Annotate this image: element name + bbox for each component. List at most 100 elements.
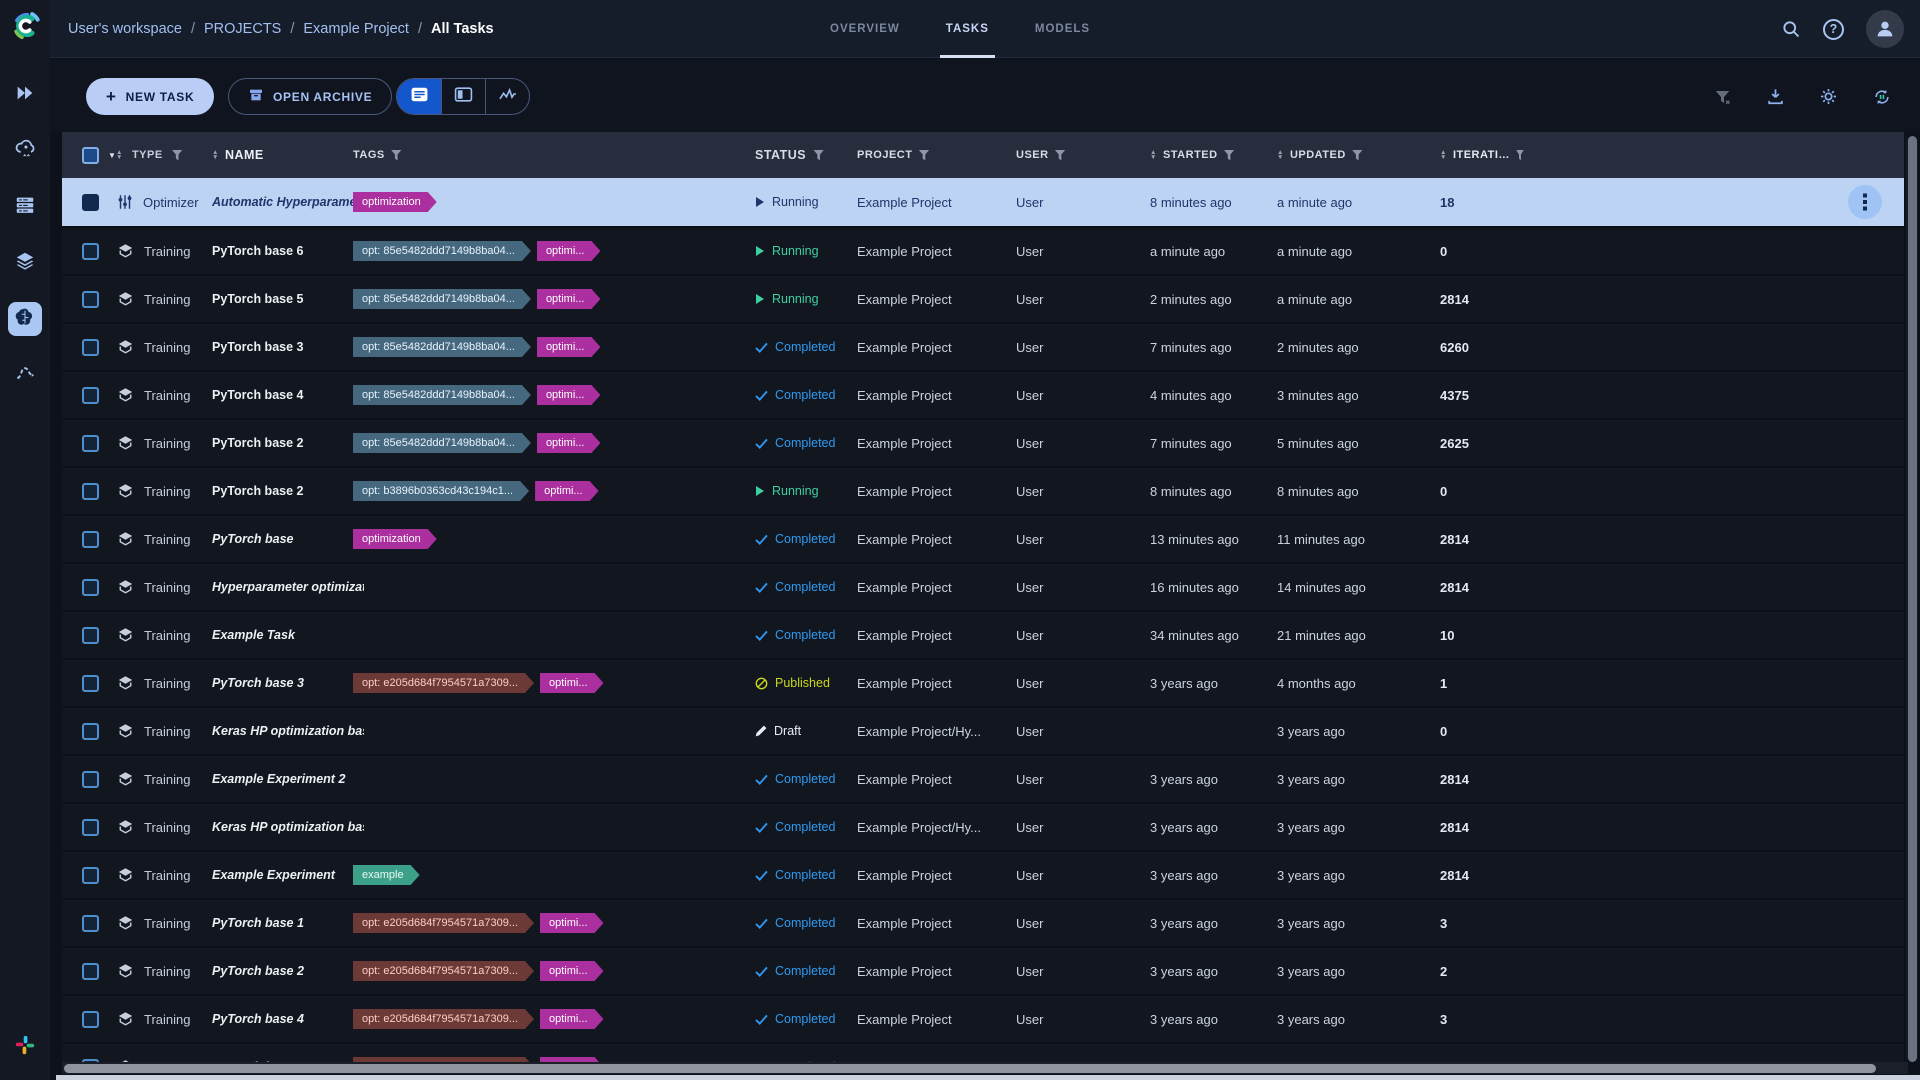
task-name[interactable]: Example Experiment 2: [212, 756, 364, 802]
chart-view-button[interactable]: [485, 79, 529, 114]
task-row[interactable]: TrainingPyTorch baseoptimizationComplete…: [62, 514, 1904, 562]
task-row[interactable]: TrainingPyTorch base 2opt: b3896b0363cd4…: [62, 466, 1904, 514]
column-header-project[interactable]: PROJECT: [857, 149, 912, 161]
task-name[interactable]: PyTorch base 6: [212, 228, 364, 274]
tag-chip[interactable]: optimi...: [540, 1009, 604, 1029]
task-row[interactable]: TrainingKeras HP optimization baseComple…: [62, 802, 1904, 850]
task-row[interactable]: TrainingExample ExperimentexampleComplet…: [62, 850, 1904, 898]
task-name[interactable]: PyTorch base 4: [212, 372, 364, 418]
task-name[interactable]: PyTorch base: [212, 516, 364, 562]
breadcrumb-workspace[interactable]: User's workspace: [68, 21, 182, 37]
row-checkbox[interactable]: [82, 291, 99, 308]
sort-icon[interactable]: ▲▼: [116, 150, 123, 160]
row-checkbox[interactable]: [82, 723, 99, 740]
column-header-status[interactable]: STATUS: [755, 148, 806, 162]
tag-chip[interactable]: optimi...: [540, 961, 604, 981]
tag-chip[interactable]: optimization: [353, 529, 437, 549]
row-checkbox[interactable]: [82, 867, 99, 884]
sort-icon[interactable]: ▲▼: [1440, 150, 1447, 160]
task-row[interactable]: TrainingPyTorch base 3opt: e205d684f7954…: [62, 658, 1904, 706]
tag-chip[interactable]: optimi...: [540, 913, 604, 933]
row-checkbox[interactable]: [82, 435, 99, 452]
filter-icon[interactable]: [391, 150, 402, 161]
split-view-button[interactable]: [441, 79, 485, 114]
sort-icon[interactable]: ▲▼: [1150, 150, 1157, 160]
column-header-iterations[interactable]: ITERATI…: [1453, 149, 1510, 161]
horizontal-scrollbar[interactable]: [62, 1062, 1908, 1074]
task-row[interactable]: TrainingPyTorch base 2opt: e205d684f7954…: [62, 946, 1904, 994]
row-checkbox[interactable]: [82, 819, 99, 836]
vertical-scrollbar-thumb[interactable]: [1908, 136, 1917, 1062]
task-name[interactable]: PyTorch base 2: [212, 948, 364, 994]
row-checkbox[interactable]: [82, 579, 99, 596]
task-name[interactable]: PyTorch base 1: [212, 900, 364, 946]
sort-icon[interactable]: ▲▼: [1277, 150, 1284, 160]
task-name[interactable]: Example Experiment: [212, 852, 364, 898]
row-checkbox[interactable]: [82, 531, 99, 548]
row-context-menu-button[interactable]: [1848, 185, 1882, 219]
task-name[interactable]: PyTorch base 2: [212, 420, 364, 466]
row-checkbox[interactable]: [82, 627, 99, 644]
tab-models[interactable]: MODELS: [1035, 0, 1090, 58]
tag-chip[interactable]: opt: 85e5482ddd7149b8ba04...: [353, 433, 531, 453]
sidebar-item-workers-queues[interactable]: [8, 190, 42, 224]
sidebar-item-serving[interactable]: [8, 134, 42, 168]
sidebar-item-projects[interactable]: [8, 302, 42, 336]
tag-chip[interactable]: opt: e205d684f7954571a7309...: [353, 673, 534, 693]
task-row[interactable]: TrainingHyperparameter optimizati...Comp…: [62, 562, 1904, 610]
clearml-logo-icon[interactable]: [0, 0, 50, 52]
sidebar-item-datasets[interactable]: [8, 246, 42, 280]
column-header-user[interactable]: USER: [1016, 149, 1049, 161]
breadcrumb-project[interactable]: Example Project: [303, 21, 409, 37]
tag-chip[interactable]: optimi...: [537, 433, 601, 453]
task-row[interactable]: TrainingExample Experiment 2CompletedExa…: [62, 754, 1904, 802]
horizontal-scrollbar-thumb[interactable]: [64, 1064, 1876, 1073]
tab-tasks[interactable]: TASKS: [946, 0, 989, 58]
sort-icon[interactable]: ▲▼: [212, 150, 219, 160]
task-name[interactable]: Automatic Hyperparamete...: [212, 178, 364, 226]
user-avatar[interactable]: [1866, 10, 1904, 48]
vertical-scrollbar[interactable]: [1906, 136, 1918, 1062]
tag-chip[interactable]: opt: e205d684f7954571a7309...: [353, 913, 534, 933]
table-view-button[interactable]: [397, 79, 441, 114]
tag-chip[interactable]: opt: 85e5482ddd7149b8ba04...: [353, 337, 531, 357]
column-header-tags[interactable]: TAGS: [353, 149, 385, 161]
tag-chip[interactable]: opt: e205d684f7954571a7309...: [353, 961, 534, 981]
row-checkbox[interactable]: [82, 387, 99, 404]
filter-icon[interactable]: [1224, 150, 1235, 161]
tag-chip[interactable]: optimi...: [537, 385, 601, 405]
breadcrumb-projects[interactable]: PROJECTS: [204, 21, 281, 37]
tag-chip[interactable]: optimi...: [537, 289, 601, 309]
row-checkbox[interactable]: [82, 675, 99, 692]
task-row[interactable]: OptimizerAutomatic Hyperparamete...optim…: [62, 178, 1904, 226]
task-name[interactable]: PyTorch base 5: [212, 276, 364, 322]
slack-icon[interactable]: [8, 1028, 42, 1062]
filter-icon[interactable]: [918, 150, 929, 161]
task-name[interactable]: Keras HP optimization base: [212, 708, 364, 754]
task-row[interactable]: TrainingPyTorch base 2opt: 85e5482ddd714…: [62, 418, 1904, 466]
task-name[interactable]: Keras HP optimization base: [212, 804, 364, 850]
filter-icon[interactable]: [1516, 150, 1524, 161]
tag-chip[interactable]: optimi...: [535, 481, 599, 501]
task-row[interactable]: TrainingPyTorch base 5opt: e205d684f7954…: [62, 1042, 1904, 1062]
tag-chip[interactable]: optimi...: [537, 337, 601, 357]
task-row[interactable]: TrainingPyTorch base 5opt: 85e5482ddd714…: [62, 274, 1904, 322]
filter-icon[interactable]: [172, 150, 183, 161]
tag-chip[interactable]: opt: 85e5482ddd7149b8ba04...: [353, 385, 531, 405]
task-name[interactable]: PyTorch base 2: [212, 468, 364, 514]
tag-chip[interactable]: optimization: [353, 192, 437, 212]
task-name[interactable]: Hyperparameter optimizati...: [212, 564, 364, 610]
clear-filters-icon[interactable]: [1713, 88, 1732, 106]
tag-chip[interactable]: opt: b3896b0363cd43c194c1...: [353, 481, 529, 501]
column-header-started[interactable]: STARTED: [1163, 149, 1218, 161]
auto-refresh-icon[interactable]: [1872, 87, 1892, 107]
task-row[interactable]: TrainingPyTorch base 4opt: 85e5482ddd714…: [62, 370, 1904, 418]
help-icon[interactable]: ?: [1823, 19, 1844, 40]
tag-chip[interactable]: opt: e205d684f7954571a7309...: [353, 1009, 534, 1029]
row-checkbox[interactable]: [82, 915, 99, 932]
row-checkbox[interactable]: [82, 483, 99, 500]
task-row[interactable]: TrainingPyTorch base 3opt: 85e5482ddd714…: [62, 322, 1904, 370]
task-name[interactable]: PyTorch base 3: [212, 660, 364, 706]
sidebar-item-getting-started[interactable]: [8, 78, 42, 112]
row-checkbox[interactable]: [82, 243, 99, 260]
